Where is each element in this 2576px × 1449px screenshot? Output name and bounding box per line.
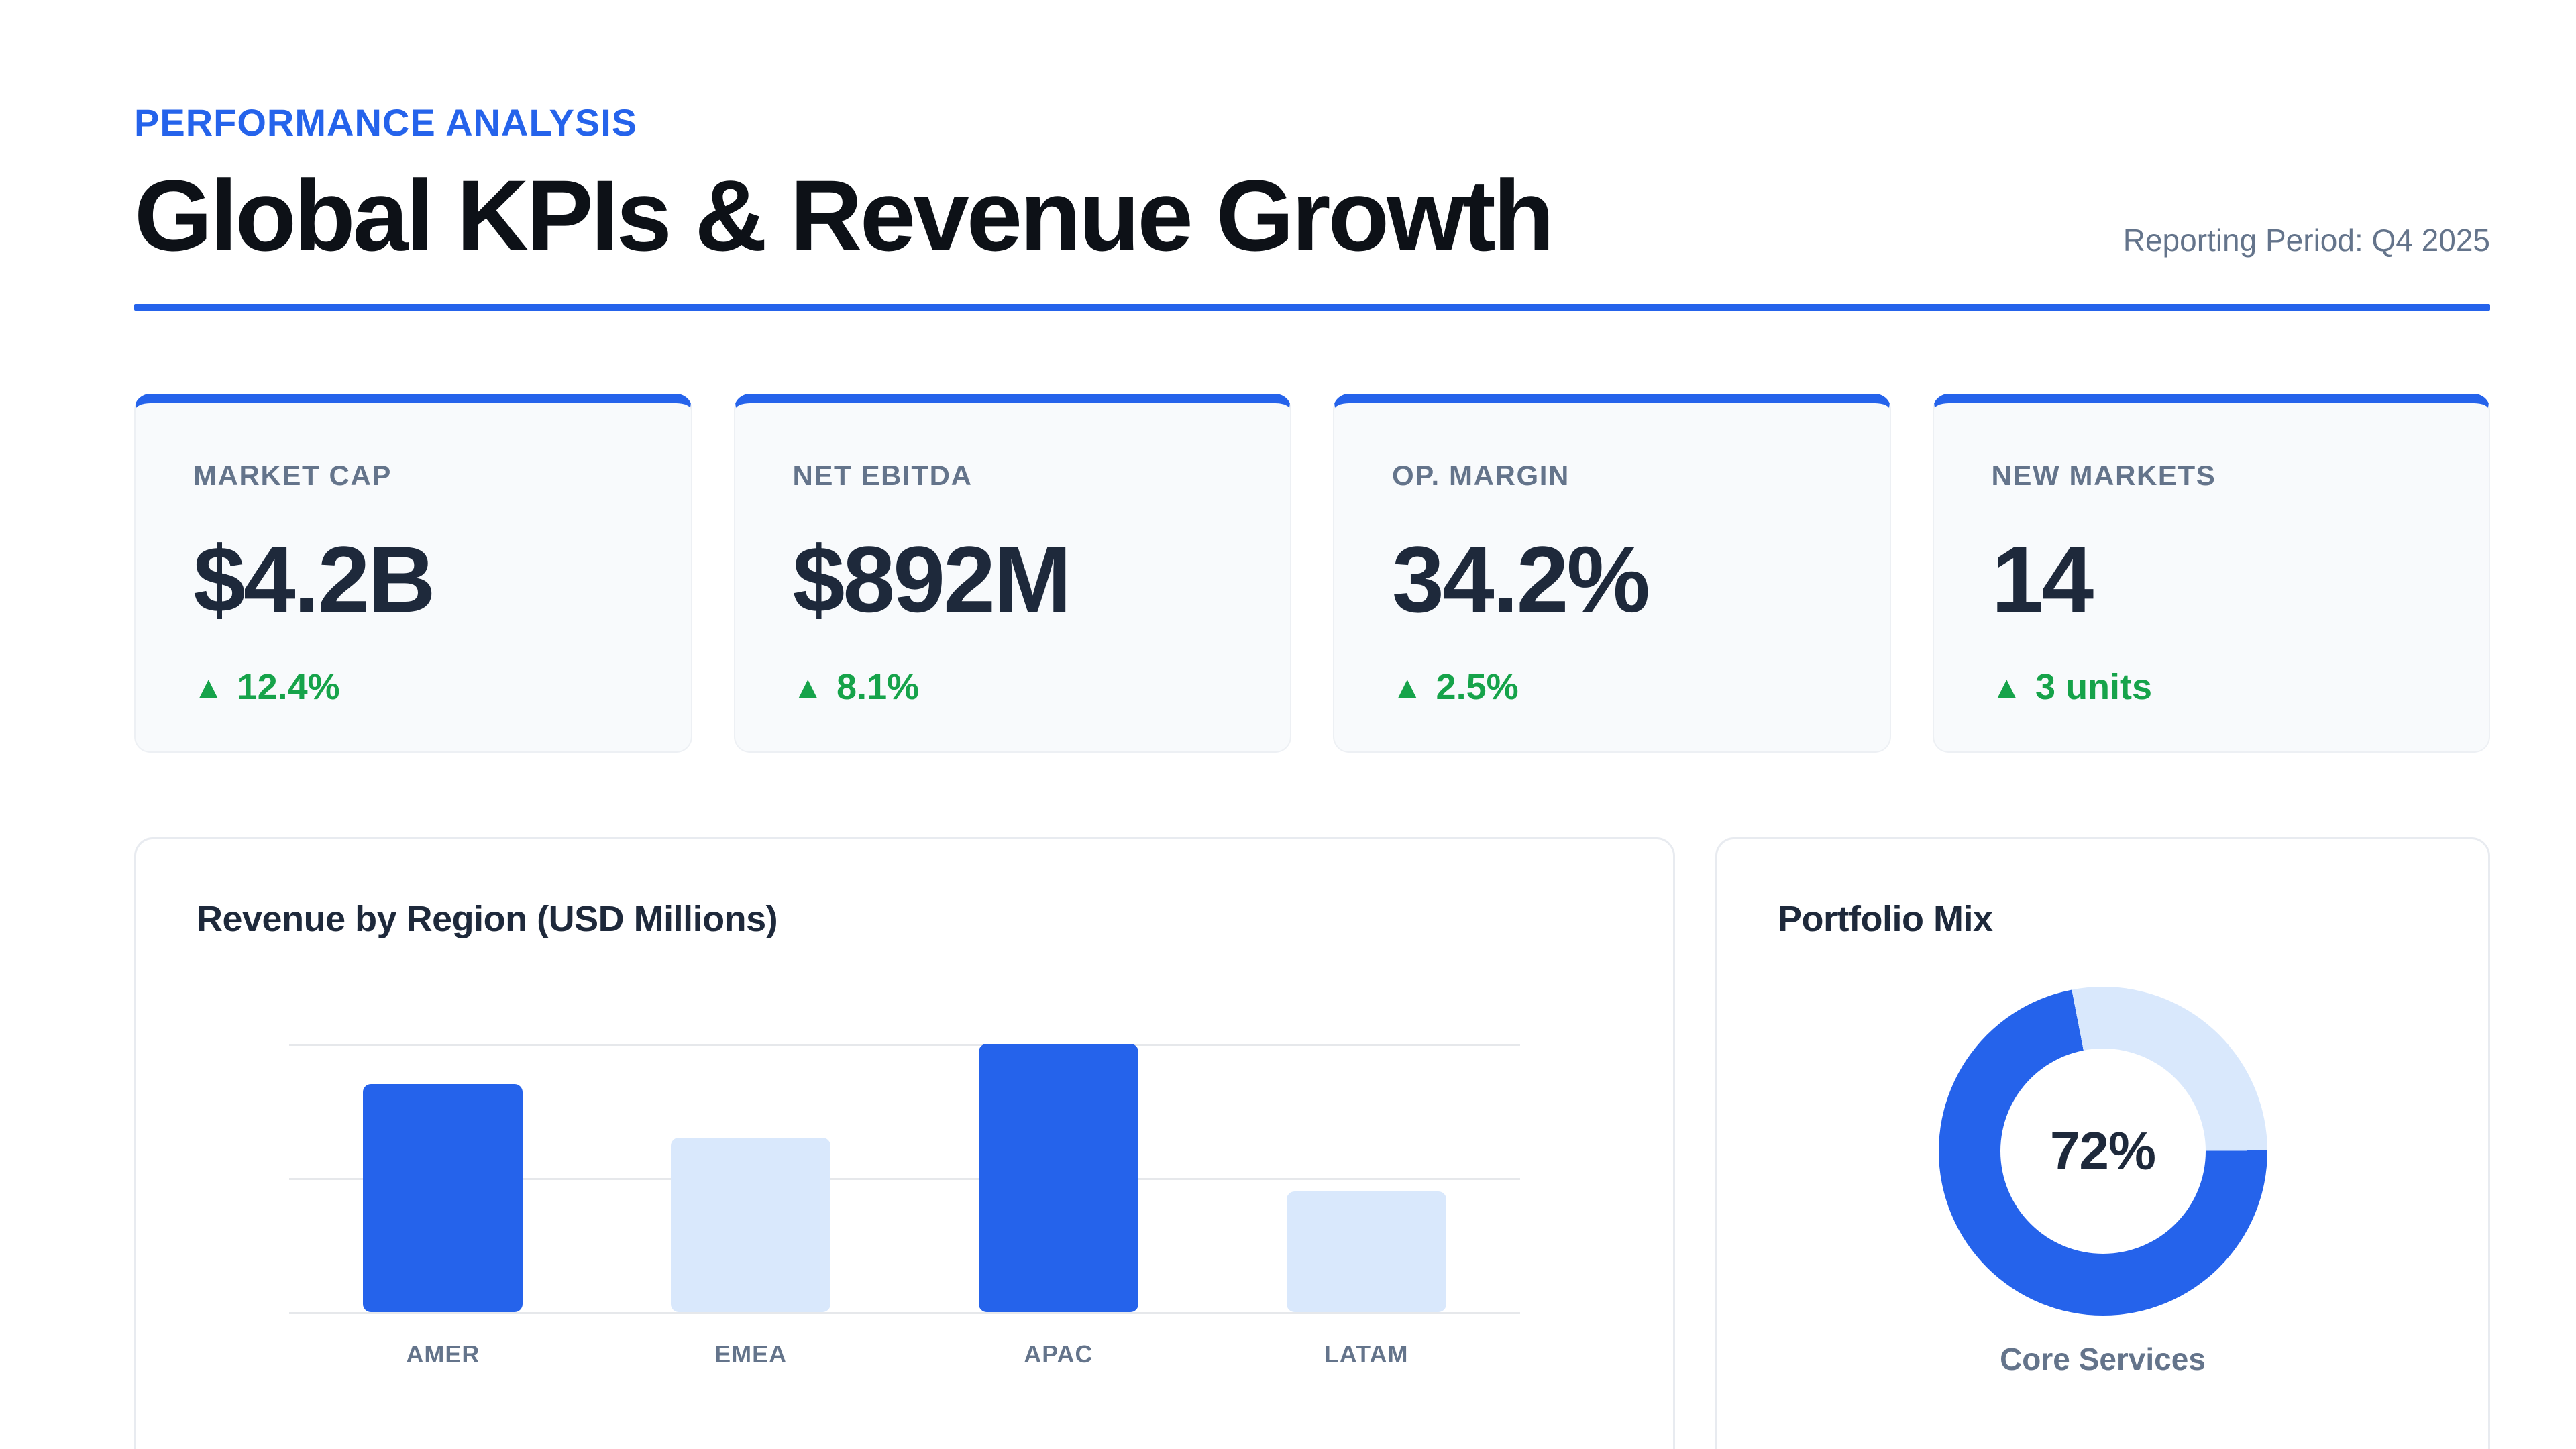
header-titles: PERFORMANCE ANALYSIS Global KPIs & Reven… bbox=[134, 101, 1552, 269]
kpi-card-market-cap: MARKET CAP $4.2B ▲ 12.4% bbox=[134, 394, 692, 753]
kpi-label: NEW MARKETS bbox=[1992, 460, 2432, 492]
panel-title: Portfolio Mix bbox=[1778, 898, 2428, 940]
portfolio-mix-panel: Portfolio Mix 72% Core Services bbox=[1715, 837, 2490, 1449]
kpi-delta-text: 8.1% bbox=[837, 666, 919, 708]
bar-slot bbox=[905, 1044, 1213, 1312]
kpi-label: NET EBITDA bbox=[793, 460, 1233, 492]
kpi-card-new-markets: NEW MARKETS 14 ▲ 3 units bbox=[1933, 394, 2491, 753]
dashboard-page: PERFORMANCE ANALYSIS Global KPIs & Reven… bbox=[134, 0, 2490, 1449]
up-arrow-icon: ▲ bbox=[1992, 672, 2023, 702]
kpi-value: $892M bbox=[793, 525, 1233, 634]
revenue-by-region-panel: Revenue by Region (USD Millions) AMEREME… bbox=[134, 837, 1675, 1449]
page-title: Global KPIs & Revenue Growth bbox=[134, 163, 1552, 269]
up-arrow-icon: ▲ bbox=[793, 672, 824, 702]
bar-apac bbox=[979, 1044, 1138, 1312]
kpi-delta: ▲ 12.4% bbox=[193, 666, 633, 708]
bar-chart-x-axis: AMEREMEAAPACLATAM bbox=[289, 1340, 1520, 1368]
charts-row: Revenue by Region (USD Millions) AMEREME… bbox=[134, 837, 2490, 1449]
bars bbox=[289, 1044, 1520, 1312]
up-arrow-icon: ▲ bbox=[193, 672, 224, 702]
kpi-delta-text: 2.5% bbox=[1436, 666, 1519, 708]
up-arrow-icon: ▲ bbox=[1392, 672, 1423, 702]
kpi-delta-text: 12.4% bbox=[237, 666, 340, 708]
kpi-value: $4.2B bbox=[193, 525, 633, 634]
bar-emea bbox=[671, 1138, 830, 1312]
kpi-delta: ▲ 8.1% bbox=[793, 666, 1233, 708]
kpi-label: OP. MARGIN bbox=[1392, 460, 1832, 492]
bar-latam bbox=[1287, 1191, 1446, 1312]
header-divider bbox=[134, 304, 2490, 311]
kpi-value: 34.2% bbox=[1392, 525, 1832, 634]
kpi-card-net-ebitda: NET EBITDA $892M ▲ 8.1% bbox=[734, 394, 1292, 753]
bar-slot bbox=[1212, 1044, 1520, 1312]
x-label-amer: AMER bbox=[289, 1340, 597, 1368]
kpi-grid: MARKET CAP $4.2B ▲ 12.4% NET EBITDA $892… bbox=[134, 394, 2490, 753]
reporting-period: Reporting Period: Q4 2025 bbox=[2123, 222, 2490, 269]
donut-center-value: 72% bbox=[2050, 1120, 2155, 1182]
page-header: PERFORMANCE ANALYSIS Global KPIs & Reven… bbox=[134, 101, 2490, 269]
donut-chart: 72% bbox=[1939, 987, 2267, 1316]
bar-slot bbox=[289, 1044, 597, 1312]
bar-amer bbox=[363, 1084, 523, 1312]
x-label-latam: LATAM bbox=[1212, 1340, 1520, 1368]
bar-slot bbox=[597, 1044, 905, 1312]
kpi-delta: ▲ 3 units bbox=[1992, 666, 2432, 708]
x-label-emea: EMEA bbox=[597, 1340, 905, 1368]
kpi-value: 14 bbox=[1992, 525, 2432, 634]
donut-caption: Core Services bbox=[1778, 1341, 2428, 1377]
kpi-label: MARKET CAP bbox=[193, 460, 633, 492]
gridline bbox=[289, 1312, 1520, 1314]
kpi-delta: ▲ 2.5% bbox=[1392, 666, 1832, 708]
section-eyebrow: PERFORMANCE ANALYSIS bbox=[134, 101, 1552, 144]
kpi-delta-text: 3 units bbox=[2035, 666, 2152, 708]
bar-chart bbox=[289, 1044, 1520, 1312]
panel-title: Revenue by Region (USD Millions) bbox=[197, 898, 1613, 940]
kpi-card-op-margin: OP. MARGIN 34.2% ▲ 2.5% bbox=[1333, 394, 1891, 753]
x-label-apac: APAC bbox=[905, 1340, 1213, 1368]
